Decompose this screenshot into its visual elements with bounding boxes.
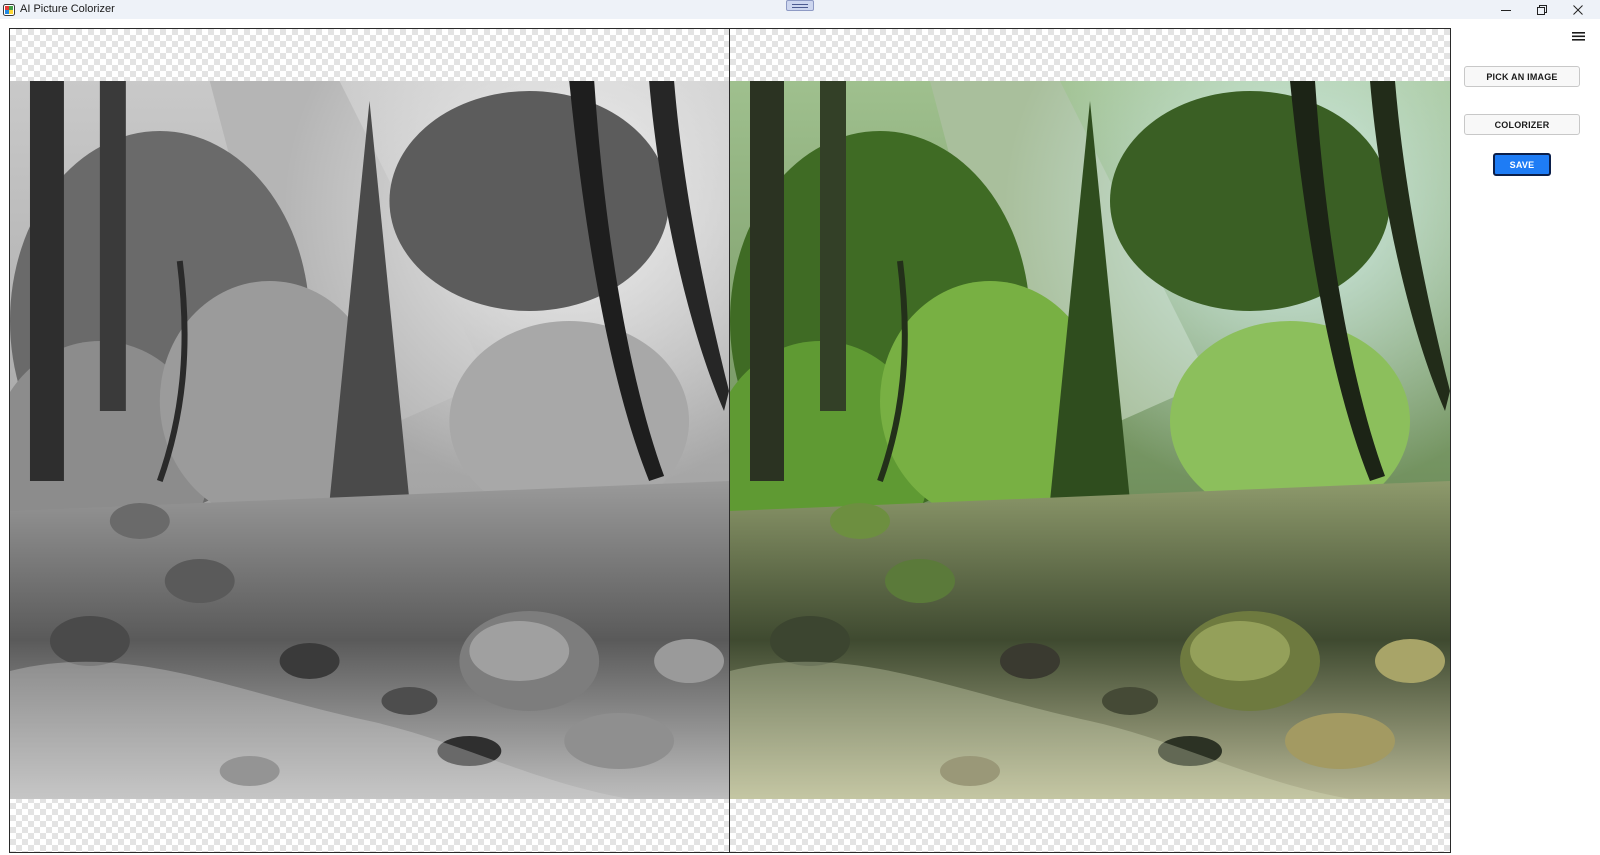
app-icon xyxy=(3,3,15,16)
pick-image-button[interactable]: PICK AN IMAGE xyxy=(1464,66,1580,87)
hamburger-menu-icon[interactable] xyxy=(1570,28,1588,44)
colorized-image-panel xyxy=(730,28,1451,853)
restore-button[interactable] xyxy=(1524,0,1560,19)
original-image-panel xyxy=(9,28,730,853)
minimize-button[interactable] xyxy=(1488,0,1524,19)
colorized-forest-river-photo xyxy=(730,81,1450,799)
grayscale-forest-river-photo xyxy=(10,81,729,799)
window-title: AI Picture Colorizer xyxy=(20,3,115,15)
title-bar[interactable]: AI Picture Colorizer xyxy=(0,0,1600,19)
colorize-button[interactable]: COLORIZER xyxy=(1464,114,1580,135)
close-button[interactable] xyxy=(1560,0,1596,19)
save-button[interactable]: SAVE xyxy=(1493,153,1551,176)
drag-handle-icon[interactable] xyxy=(786,0,814,11)
minimize-icon xyxy=(1501,9,1511,11)
close-icon xyxy=(1573,4,1583,15)
restore-icon xyxy=(1537,4,1547,15)
